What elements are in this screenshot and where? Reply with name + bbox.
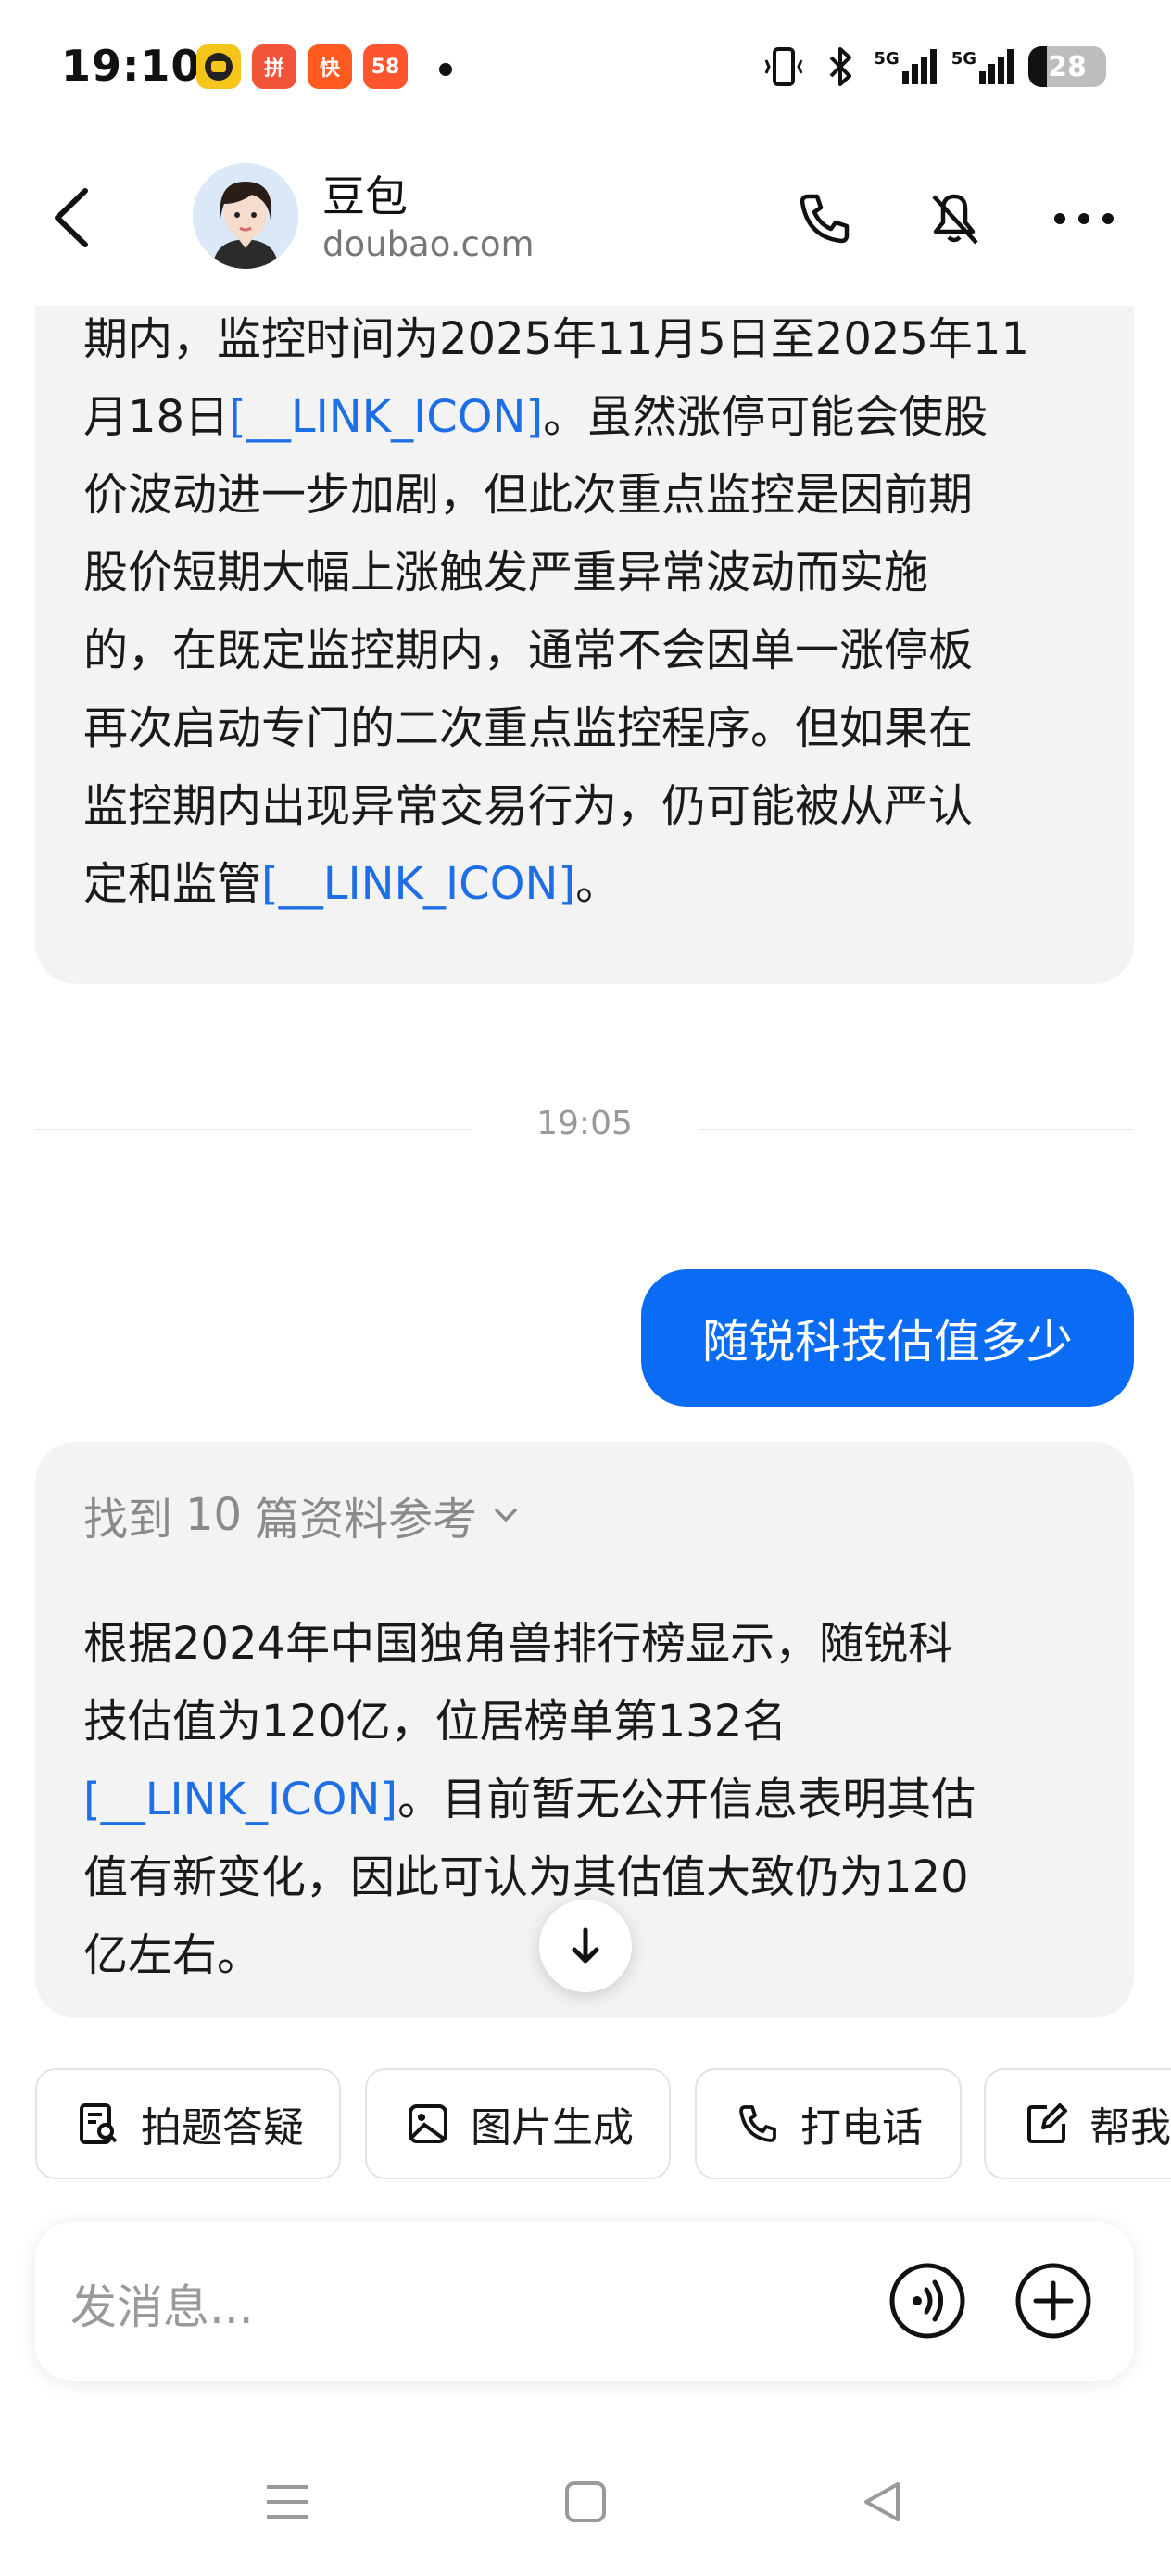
quick-action-label: 帮我 <box>1089 2104 1171 2152</box>
bot-name: 豆包 <box>322 171 408 221</box>
quick-action-image-generation[interactable]: 图片生成 <box>365 2068 671 2179</box>
reference-link[interactable]: [__LINK_ICON] <box>229 391 543 443</box>
message-line-part: 。目前暂无公开信息表明其估 <box>397 1774 976 1825</box>
bluetooth-icon <box>829 47 852 86</box>
battery-icon: 28 <box>1028 46 1106 87</box>
bot-domain: doubao.com <box>322 224 535 264</box>
message-line: 技估值为120亿，位居榜单第132名 <box>83 1696 787 1748</box>
status-time: 19:10 <box>61 41 202 91</box>
message-line-part: 月18日 <box>83 391 230 443</box>
message-line: 期内，监控时间为2025年11月5日至2025年11 <box>83 313 1030 365</box>
message-line: [__LINK_ICON]。目前暂无公开信息表明其估 <box>83 1761 1086 1838</box>
vibrate-icon <box>764 47 803 86</box>
back-arrow-icon <box>55 188 88 247</box>
message-line: 月18日[__LINK_ICON]。虽然涨停可能会使股 <box>83 378 1029 456</box>
message-time: 19:05 <box>536 1105 633 1143</box>
reference-link[interactable]: [__LINK_ICON] <box>261 858 575 910</box>
message-line: 的，在既定监控期内，通常不会因单一涨停板 <box>83 625 974 676</box>
references-prefix: 找到 <box>83 1494 173 1546</box>
back-button[interactable] <box>37 176 111 259</box>
message-line-part: 。虽然涨停可能会使股 <box>543 391 988 443</box>
system-icons: 5G 5G 28 <box>761 41 1106 93</box>
signal-5g-2-icon: 5G <box>951 49 1014 84</box>
quick-action-label: 图片生成 <box>471 2104 634 2152</box>
message-line: 定和监管[__LINK_ICON]。 <box>83 845 1029 923</box>
app-kuaishou-icon: 快 <box>308 44 352 89</box>
system-nav-bar <box>0 2428 1171 2576</box>
message-text[interactable]: 期内，监控时间为2025年11月5日至2025年11 月18日[__LINK_I… <box>35 300 1077 923</box>
quick-action-call[interactable]: 打电话 <box>695 2068 962 2179</box>
triangle-back-icon <box>864 2482 900 2521</box>
chevron-down-icon <box>495 1509 517 1522</box>
user-message[interactable]: 随锐科技估值多少 <box>641 1269 1134 1407</box>
message-line: 价波动进一步加剧，但此次重点监控是因前期 <box>83 469 974 521</box>
message-line: 再次启动专门的二次重点监控程序。但如果在 <box>83 702 974 754</box>
phone-icon <box>800 194 850 244</box>
status-bar: 19:10 拼 快 58 5G 5G 28 <box>0 0 1171 139</box>
avatar[interactable] <box>193 163 298 269</box>
message-line-part: 定和监管 <box>83 858 262 910</box>
quick-action-label: 打电话 <box>800 2104 923 2152</box>
photo-question-icon <box>80 2103 118 2144</box>
quick-actions: 拍题答疑 图片生成 打电话 帮我 <box>35 2068 1171 2181</box>
image-icon <box>409 2104 447 2143</box>
quick-action-write[interactable]: 帮我 <box>984 2068 1171 2179</box>
mute-icon <box>932 194 978 245</box>
plus-circle-icon <box>1015 2263 1091 2339</box>
voice-icon <box>889 2263 965 2339</box>
signal-5g-1-icon: 5G <box>874 49 937 84</box>
references-toggle[interactable]: 找到 10 篇资料参考 <box>83 1483 522 1547</box>
quick-action-photo-question[interactable]: 拍题答疑 <box>35 2068 341 2179</box>
nav-home-button[interactable] <box>548 2465 623 2539</box>
more-icon <box>1054 213 1114 224</box>
battery-level: 28 <box>1048 50 1087 83</box>
nav-back-button[interactable] <box>845 2465 919 2539</box>
edit-icon <box>1027 2103 1067 2143</box>
message-input[interactable]: 发消息... <box>70 2270 254 2337</box>
message-line: 股价短期大幅上涨触发严重异常波动而实施 <box>83 547 929 599</box>
assistant-message: 期内，监控时间为2025年11月5日至2025年11 月18日[__LINK_I… <box>35 278 1134 984</box>
add-button[interactable] <box>1012 2259 1095 2342</box>
message-line: 根据2024年中国独角兽排行榜显示，随锐科 <box>83 1618 953 1670</box>
home-icon <box>565 2481 606 2522</box>
time-divider: 19:05 <box>35 1105 1134 1153</box>
more-button[interactable] <box>1047 182 1121 256</box>
app-yellow-icon <box>196 44 241 89</box>
mute-button[interactable] <box>917 182 991 256</box>
voice-button[interactable] <box>886 2259 969 2342</box>
message-line: 监控期内出现异常交易行为，仍可能被从严认 <box>83 780 974 832</box>
phone-icon <box>739 2105 776 2142</box>
menu-icon <box>267 2485 308 2519</box>
app-pinduoduo-icon: 拼 <box>252 44 296 89</box>
arrow-down-icon <box>572 1927 599 1964</box>
reference-link[interactable]: [__LINK_ICON] <box>83 1774 397 1825</box>
message-input-bar: 发消息... <box>35 2222 1134 2381</box>
references-count: 10 <box>185 1489 243 1541</box>
app-58-icon: 58 <box>363 44 408 89</box>
chat-header: 豆包 doubao.com <box>0 139 1171 306</box>
call-button[interactable] <box>787 182 862 256</box>
nav-menu-button[interactable] <box>250 2465 324 2539</box>
message-line-part: 。 <box>575 858 621 910</box>
more-notifications-dot <box>439 63 452 76</box>
references-suffix: 篇资料参考 <box>255 1494 478 1546</box>
quick-action-label: 拍题答疑 <box>141 2104 304 2152</box>
scroll-to-bottom-button[interactable] <box>539 1900 632 1992</box>
